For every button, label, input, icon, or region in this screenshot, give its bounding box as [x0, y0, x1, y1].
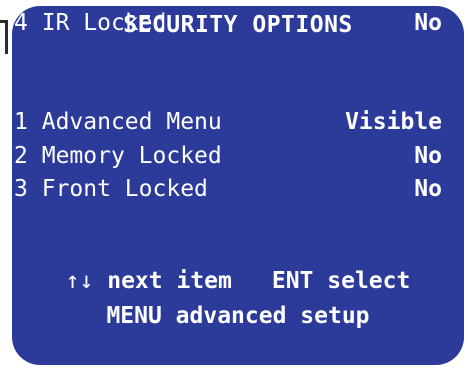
bracket-line — [0, 20, 8, 54]
menu-item-value: Visible — [345, 109, 442, 135]
menu-item-memory-locked[interactable]: 2 Memory Locked No — [12, 139, 452, 173]
menu-item-label: 3 Front Locked — [14, 176, 208, 202]
ent-key-label: ENT — [271, 268, 314, 294]
menu-item-value: No — [414, 10, 442, 36]
menu-item-advanced-menu[interactable]: 1 Advanced Menu Visible — [12, 105, 452, 139]
menu-item-label: 4 IR Locked — [14, 10, 167, 36]
menu-item-ir-locked[interactable]: 4 IR Locked No — [12, 6, 452, 40]
select-hint: select — [327, 268, 411, 294]
next-item-hint: next item — [107, 268, 232, 294]
help-line-menu: MENU advanced setup — [106, 303, 370, 329]
help-line-navigation: ↑↓ next item ENT select — [12, 268, 464, 294]
osd-screen: SECURITY OPTIONS 1 Advanced Menu Visible… — [12, 6, 464, 365]
up-down-arrows-icon: ↑↓ — [65, 268, 94, 294]
menu-item-label: 2 Memory Locked — [14, 143, 222, 169]
menu-item-label: 1 Advanced Menu — [14, 109, 222, 135]
menu-item-value: No — [414, 176, 442, 202]
menu-item-front-locked[interactable]: 3 Front Locked No — [12, 172, 452, 206]
menu-item-value: No — [414, 143, 442, 169]
